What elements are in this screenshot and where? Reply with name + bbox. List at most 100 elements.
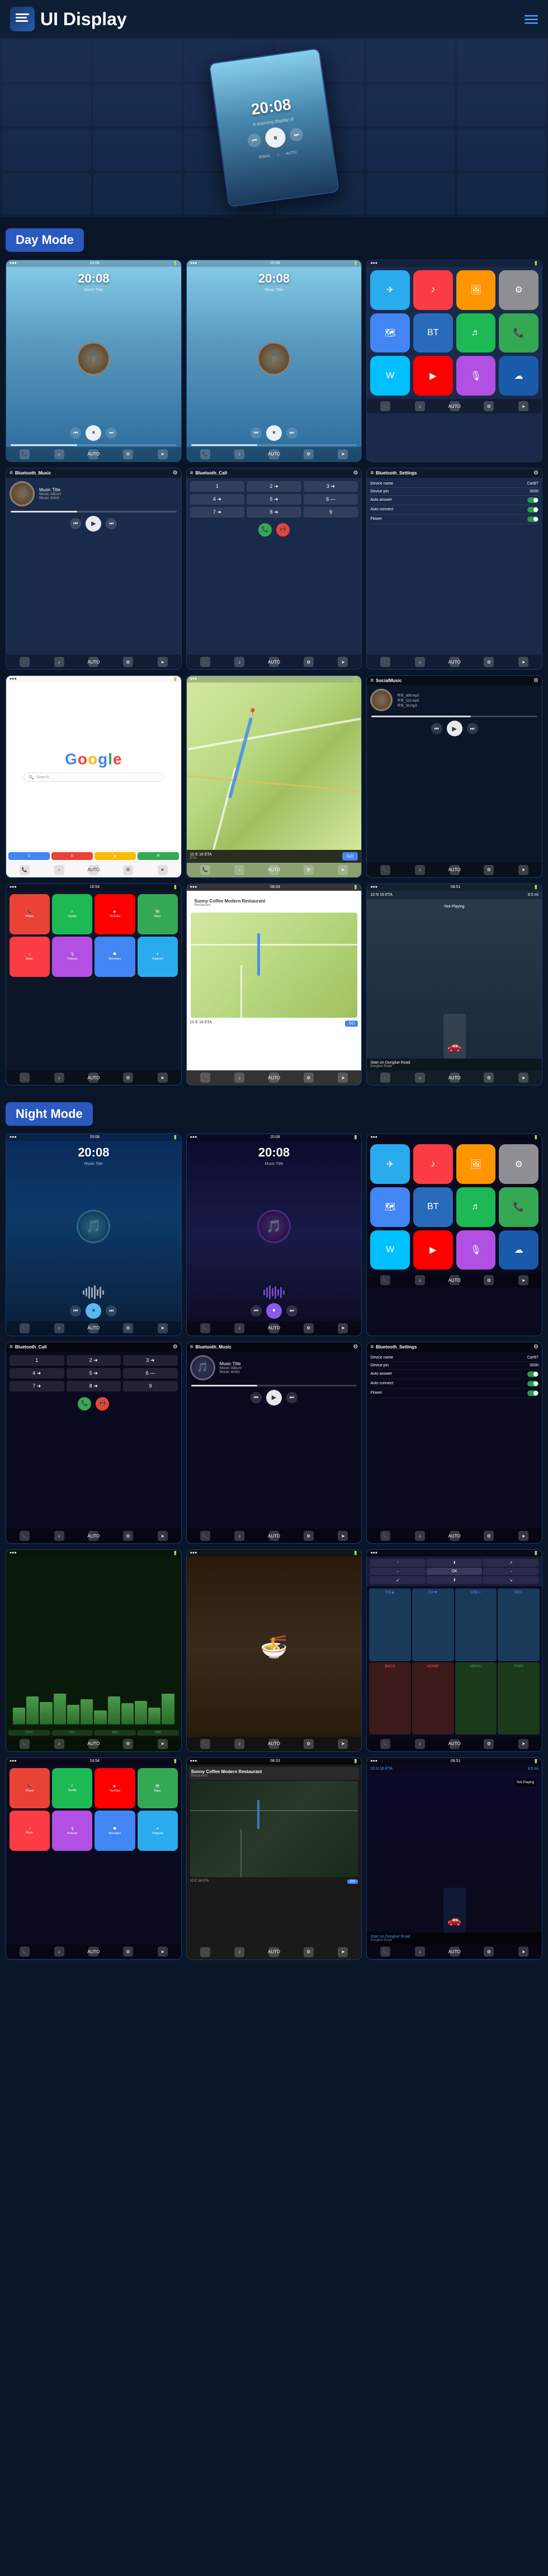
music-icon[interactable]: ♪	[54, 1947, 64, 1957]
maps-app[interactable]: 🗺	[370, 1187, 410, 1227]
go-button[interactable]: GO	[342, 852, 358, 861]
podcast-app[interactable]: 🎙	[456, 356, 496, 396]
nav-btn-8[interactable]: ↘	[483, 1576, 538, 1584]
settings-icon[interactable]: ⚙	[304, 1073, 314, 1083]
nav-icon[interactable]: ➤	[158, 1531, 168, 1541]
settings-icon[interactable]: ⚙	[123, 865, 133, 875]
music-icon[interactable]: ♪	[234, 1531, 244, 1541]
auto-answer-toggle[interactable]	[527, 1371, 538, 1377]
nav-btn-3[interactable]: ↗	[483, 1559, 538, 1567]
settings-app[interactable]: ⚙	[499, 270, 538, 310]
phone-icon[interactable]: 📞	[20, 1531, 30, 1541]
telegram-carplay[interactable]: ✈Telegram	[138, 1811, 178, 1851]
flower-toggle[interactable]	[527, 1390, 538, 1396]
settings-icon[interactable]: ⚙	[484, 865, 494, 875]
play-btn[interactable]: ⏸	[86, 425, 101, 441]
nav-icon[interactable]: ➤	[518, 1073, 528, 1083]
key-7[interactable]: 7 ➜	[10, 1381, 64, 1392]
auto-icon[interactable]: AUTO	[450, 1275, 460, 1285]
nav-icon[interactable]: ➤	[158, 1739, 168, 1749]
nav-btn-2[interactable]: ⬆	[427, 1559, 482, 1567]
settings-icon[interactable]: ⚙	[304, 1739, 314, 1749]
auto-icon[interactable]: AUTO	[88, 657, 98, 667]
call-accept-btn[interactable]: 📞	[78, 1397, 91, 1411]
key-6[interactable]: 6 —	[304, 494, 358, 505]
bt-app[interactable]: BT	[413, 313, 453, 353]
settings-icon[interactable]: ⚙	[123, 1323, 133, 1333]
settings-icon[interactable]: ⚙	[304, 657, 314, 667]
auto-icon[interactable]: AUTO	[88, 1531, 98, 1541]
waze-app[interactable]: W	[370, 356, 410, 396]
phone-icon[interactable]: 📞	[200, 1323, 210, 1333]
nav-btn-4[interactable]: ←	[370, 1568, 426, 1575]
phone-app[interactable]: 📞	[499, 313, 538, 353]
next-btn[interactable]: ⏭	[106, 427, 117, 439]
phone-icon[interactable]: 📞	[380, 1073, 390, 1083]
settings-icon[interactable]: ⚙	[484, 1947, 494, 1957]
auto-icon[interactable]: AUTO	[450, 1947, 460, 1957]
bt-app[interactable]: BT	[413, 1187, 453, 1227]
music-icon[interactable]: ♪	[234, 657, 244, 667]
bottom-icon-2[interactable]: ♪	[234, 449, 244, 459]
phone-icon[interactable]: 📞	[200, 1073, 210, 1083]
key-8[interactable]: 8 ➜	[247, 507, 301, 518]
music-app[interactable]: ♪	[413, 1144, 453, 1184]
call-end-btn[interactable]: 📵	[276, 523, 290, 537]
settings-app[interactable]: ⚙	[499, 1144, 538, 1184]
func-btn-1[interactable]: CH▲	[369, 1588, 411, 1661]
bottom-icon-4[interactable]: ⚙	[304, 449, 314, 459]
music-carplay[interactable]: ♪Music	[10, 1811, 50, 1851]
nav-icon[interactable]: ➤	[518, 1275, 528, 1285]
key-9[interactable]: 9	[123, 1381, 178, 1392]
key-7[interactable]: 7 ➜	[190, 507, 245, 518]
settings-icon[interactable]: ⚙	[123, 1073, 133, 1083]
nav-icon[interactable]: ➤	[338, 1323, 348, 1333]
settings-icon[interactable]: ⚙	[123, 657, 133, 667]
bottom-icon-2[interactable]: ♪	[54, 449, 64, 459]
messages-carplay[interactable]: 💬Messages	[95, 937, 135, 977]
phone-icon[interactable]: 📞	[20, 865, 30, 875]
bottom-icon-2[interactable]: ♪	[415, 401, 425, 411]
bottom-icon-3[interactable]: AUTO	[269, 449, 279, 459]
play-btn[interactable]: ⏸	[86, 1303, 101, 1319]
music-app[interactable]: ♪	[413, 270, 453, 310]
podcast-carplay[interactable]: 🎙Podcast	[52, 937, 92, 977]
nav-btn-1[interactable]: ↑	[370, 1559, 426, 1567]
bottom-icon-5[interactable]: ➤	[158, 449, 168, 459]
nav-icon[interactable]: ➤	[338, 657, 348, 667]
auto-icon[interactable]: AUTO	[450, 657, 460, 667]
nav-icon[interactable]: ➤	[338, 1947, 348, 1957]
bottom-icon-5[interactable]: ➤	[338, 449, 348, 459]
bottom-icon-1[interactable]: 📞	[200, 449, 210, 459]
settings-icon[interactable]: ⚙	[304, 1323, 314, 1333]
prev-btn[interactable]: ⏮	[431, 723, 442, 734]
auto-icon[interactable]: AUTO	[88, 1739, 98, 1749]
key-4[interactable]: 4 ➜	[190, 494, 245, 505]
settings-icon[interactable]: ⚙	[484, 1073, 494, 1083]
go-button[interactable]: GO	[345, 1021, 358, 1027]
phone-icon[interactable]: 📞	[200, 657, 210, 667]
phone-icon[interactable]: 📞	[200, 1947, 210, 1957]
menu-icon[interactable]	[525, 11, 538, 28]
spotify-app[interactable]: ♬	[456, 1187, 496, 1227]
phone-icon[interactable]: 📞	[200, 1739, 210, 1749]
phone-icon[interactable]: 📞	[20, 657, 30, 667]
settings-icon[interactable]: ⚙	[123, 1739, 133, 1749]
podcast-app[interactable]: 🎙	[456, 1230, 496, 1270]
music-icon[interactable]: ♪	[415, 865, 425, 875]
spotify-carplay[interactable]: ♬Spotify	[52, 1768, 92, 1808]
music-icon[interactable]: ♪	[234, 1073, 244, 1083]
auto-icon[interactable]: AUTO	[269, 1531, 279, 1541]
maps-app[interactable]: 🗺	[370, 313, 410, 353]
telegram-app[interactable]: ✈	[370, 270, 410, 310]
settings-icon[interactable]: ⚙	[484, 1275, 494, 1285]
next-btn[interactable]: ⏭	[106, 518, 117, 529]
next-btn[interactable]: ⏭	[286, 427, 297, 439]
play-btn[interactable]: ▶	[447, 721, 462, 736]
hero-prev-button[interactable]: ⏮	[247, 133, 262, 148]
auto-icon[interactable]: AUTO	[450, 1073, 460, 1083]
youtube-carplay[interactable]: ▶YouTube	[95, 894, 135, 934]
key-3[interactable]: 3 ➜	[304, 481, 358, 492]
key-5[interactable]: 5 ➜	[67, 1368, 121, 1379]
auto-icon[interactable]: AUTO	[88, 1323, 98, 1333]
